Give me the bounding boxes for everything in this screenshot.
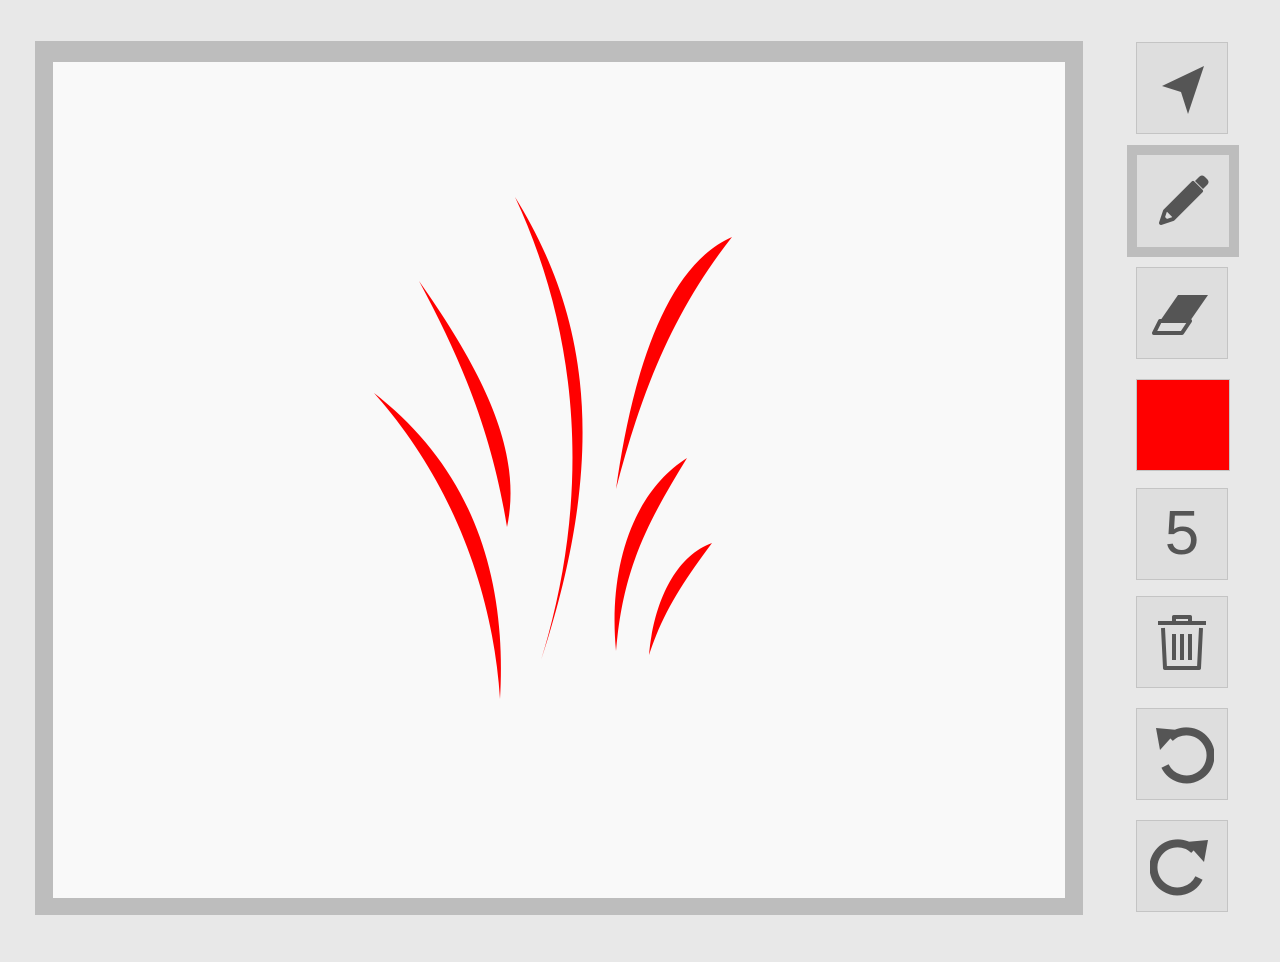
eraser-icon	[1152, 295, 1208, 335]
eraser-tool-button[interactable]	[1136, 267, 1228, 359]
stroke-blade-6	[649, 543, 712, 655]
select-tool-button[interactable]	[1136, 42, 1228, 134]
navigation-arrow-icon	[1162, 66, 1204, 114]
pencil-tool-inner	[1137, 155, 1229, 247]
redo-button[interactable]	[1136, 820, 1228, 912]
clear-button[interactable]	[1136, 596, 1228, 688]
pencil-tool-button[interactable]	[1127, 145, 1239, 257]
stroke-blade-2	[419, 281, 511, 527]
stroke-blade-1	[374, 393, 501, 699]
drawing-app: 5	[0, 0, 1280, 962]
drawing-canvas[interactable]	[53, 62, 1065, 898]
undo-button[interactable]	[1136, 708, 1228, 800]
drawing-layer	[374, 197, 732, 699]
stroke-blade-3	[515, 197, 583, 660]
undo-icon	[1156, 727, 1214, 784]
redo-icon	[1150, 839, 1208, 896]
brush-size-label: 5	[1164, 499, 1200, 568]
pencil-icon	[1159, 175, 1209, 225]
trash-icon	[1158, 615, 1206, 670]
stroke-blade-4	[616, 237, 732, 489]
stroke-blade-5	[614, 458, 687, 651]
brush-size-button[interactable]: 5	[1136, 488, 1228, 580]
canvas-frame	[35, 41, 1083, 915]
color-swatch[interactable]	[1136, 379, 1230, 471]
